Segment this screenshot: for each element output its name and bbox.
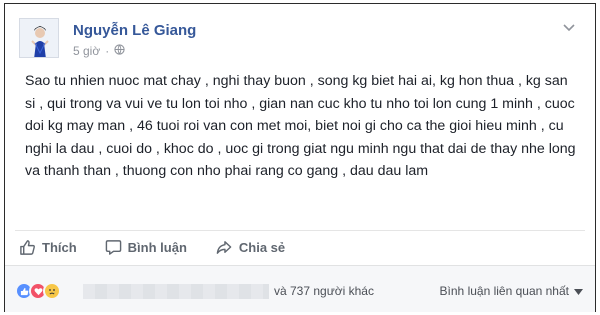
comment-button[interactable]: Bình luận bbox=[105, 239, 187, 256]
avatar[interactable] bbox=[19, 18, 59, 58]
comment-sort-label: Bình luận liên quan nhất bbox=[439, 284, 569, 298]
reaction-icons[interactable] bbox=[15, 282, 61, 300]
globe-icon bbox=[114, 44, 125, 58]
post-text: Sao tu nhien nuoc mat chay , nghi thay b… bbox=[25, 73, 576, 180]
chevron-down-icon[interactable] bbox=[561, 22, 577, 34]
post-time[interactable]: 5 giờ bbox=[73, 44, 100, 58]
author-name[interactable]: Nguyễn Lê Giang bbox=[73, 22, 196, 39]
comment-sort-dropdown[interactable]: Bình luận liên quan nhất bbox=[440, 284, 583, 298]
post-header: Nguyễn Lê Giang 5 giờ · bbox=[19, 18, 579, 66]
caret-down-icon bbox=[574, 284, 583, 298]
thumbs-up-icon bbox=[19, 239, 36, 256]
post-card: Nguyễn Lê Giang 5 giờ · Sao tu nhien nuo… bbox=[4, 3, 596, 312]
reaction-count[interactable]: và 737 người khác bbox=[274, 284, 374, 298]
share-icon bbox=[215, 239, 233, 256]
reactions-footer: và 737 người khác Bình luận liên quan nh… bbox=[5, 265, 595, 312]
like-label: Thích bbox=[42, 239, 77, 255]
sad-reaction-icon bbox=[43, 282, 61, 300]
comment-icon bbox=[105, 239, 122, 256]
like-button[interactable]: Thích bbox=[19, 239, 77, 256]
divider bbox=[15, 230, 585, 231]
comment-label: Bình luận bbox=[127, 239, 187, 255]
share-label: Chia sẻ bbox=[238, 239, 286, 255]
action-bar: Thích Bình luận Chia sẻ bbox=[19, 232, 313, 262]
redacted-names bbox=[83, 284, 269, 299]
share-button[interactable]: Chia sẻ bbox=[215, 239, 285, 256]
post-meta: 5 giờ · bbox=[73, 44, 125, 58]
